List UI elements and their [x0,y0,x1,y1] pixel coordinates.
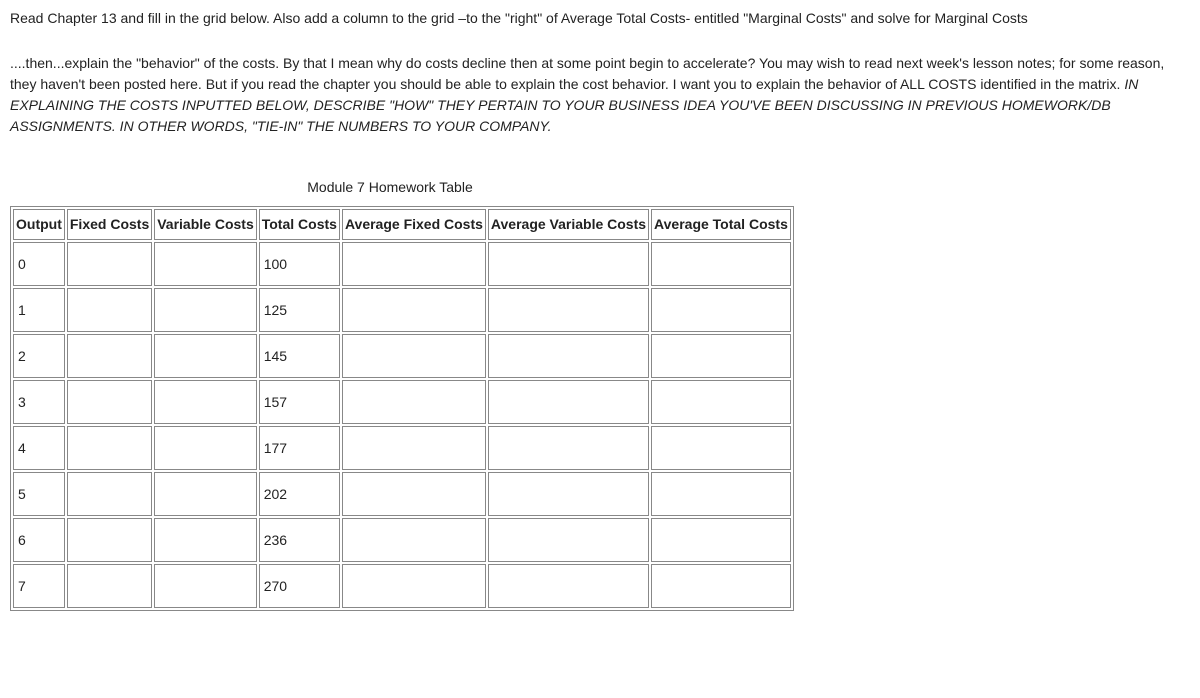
cell-fixed-costs [67,564,152,608]
cell-total-costs: 236 [259,518,340,562]
cell-avg-fixed-costs [342,334,486,378]
cell-output: 1 [13,288,65,332]
cell-avg-fixed-costs [342,380,486,424]
cell-avg-fixed-costs [342,242,486,286]
cell-total-costs: 270 [259,564,340,608]
cell-variable-costs [154,518,257,562]
table-row: 6 236 [13,518,791,562]
cost-table: Output Fixed Costs Variable Costs Total … [10,206,794,611]
cell-avg-fixed-costs [342,288,486,332]
cell-output: 2 [13,334,65,378]
cell-output: 3 [13,380,65,424]
table-row: 2 145 [13,334,791,378]
header-output: Output [13,209,65,240]
cell-total-costs: 100 [259,242,340,286]
instruction-text-normal: ....then...explain the "behavior" of the… [10,55,1164,92]
header-avg-fixed-costs: Average Fixed Costs [342,209,486,240]
cell-avg-variable-costs [488,426,649,470]
header-avg-variable-costs: Average Variable Costs [488,209,649,240]
cell-avg-fixed-costs [342,472,486,516]
cell-variable-costs [154,380,257,424]
cell-fixed-costs [67,380,152,424]
cell-output: 4 [13,426,65,470]
table-row: 4 177 [13,426,791,470]
cell-avg-fixed-costs [342,564,486,608]
cell-variable-costs [154,242,257,286]
cell-avg-total-costs [651,472,791,516]
cell-avg-total-costs [651,426,791,470]
header-fixed-costs: Fixed Costs [67,209,152,240]
cell-avg-variable-costs [488,380,649,424]
cell-avg-variable-costs [488,472,649,516]
cell-avg-variable-costs [488,334,649,378]
cell-avg-fixed-costs [342,518,486,562]
table-row: 5 202 [13,472,791,516]
cell-variable-costs [154,288,257,332]
header-variable-costs: Variable Costs [154,209,257,240]
cell-output: 5 [13,472,65,516]
cell-avg-variable-costs [488,242,649,286]
cell-total-costs: 177 [259,426,340,470]
cell-avg-fixed-costs [342,426,486,470]
table-header-row: Output Fixed Costs Variable Costs Total … [13,209,791,240]
cell-output: 0 [13,242,65,286]
cell-avg-total-costs [651,380,791,424]
cell-total-costs: 157 [259,380,340,424]
cell-avg-total-costs [651,564,791,608]
cell-output: 6 [13,518,65,562]
cell-variable-costs [154,564,257,608]
cell-avg-variable-costs [488,564,649,608]
cell-fixed-costs [67,242,152,286]
table-row: 7 270 [13,564,791,608]
cell-avg-total-costs [651,242,791,286]
instruction-paragraph-2: ....then...explain the "behavior" of the… [10,53,1190,137]
header-avg-total-costs: Average Total Costs [651,209,791,240]
instructions-block-2: ....then...explain the "behavior" of the… [10,53,1190,137]
cell-fixed-costs [67,426,152,470]
cell-variable-costs [154,334,257,378]
instructions-block: Read Chapter 13 and fill in the grid bel… [10,8,1190,29]
header-total-costs: Total Costs [259,209,340,240]
cell-total-costs: 145 [259,334,340,378]
table-body: 0 100 1 125 2 145 3 [13,242,791,608]
cell-variable-costs [154,426,257,470]
cell-avg-variable-costs [488,518,649,562]
cell-output: 7 [13,564,65,608]
table-row: 1 125 [13,288,791,332]
table-row: 0 100 [13,242,791,286]
cell-variable-costs [154,472,257,516]
cell-fixed-costs [67,334,152,378]
cell-avg-total-costs [651,334,791,378]
cell-total-costs: 125 [259,288,340,332]
cell-avg-total-costs [651,518,791,562]
cell-fixed-costs [67,288,152,332]
table-row: 3 157 [13,380,791,424]
instruction-line-1: Read Chapter 13 and fill in the grid bel… [10,8,1190,29]
cell-fixed-costs [67,472,152,516]
cell-total-costs: 202 [259,472,340,516]
cell-avg-total-costs [651,288,791,332]
table-title: Module 7 Homework Table [10,177,770,198]
cell-avg-variable-costs [488,288,649,332]
cell-fixed-costs [67,518,152,562]
